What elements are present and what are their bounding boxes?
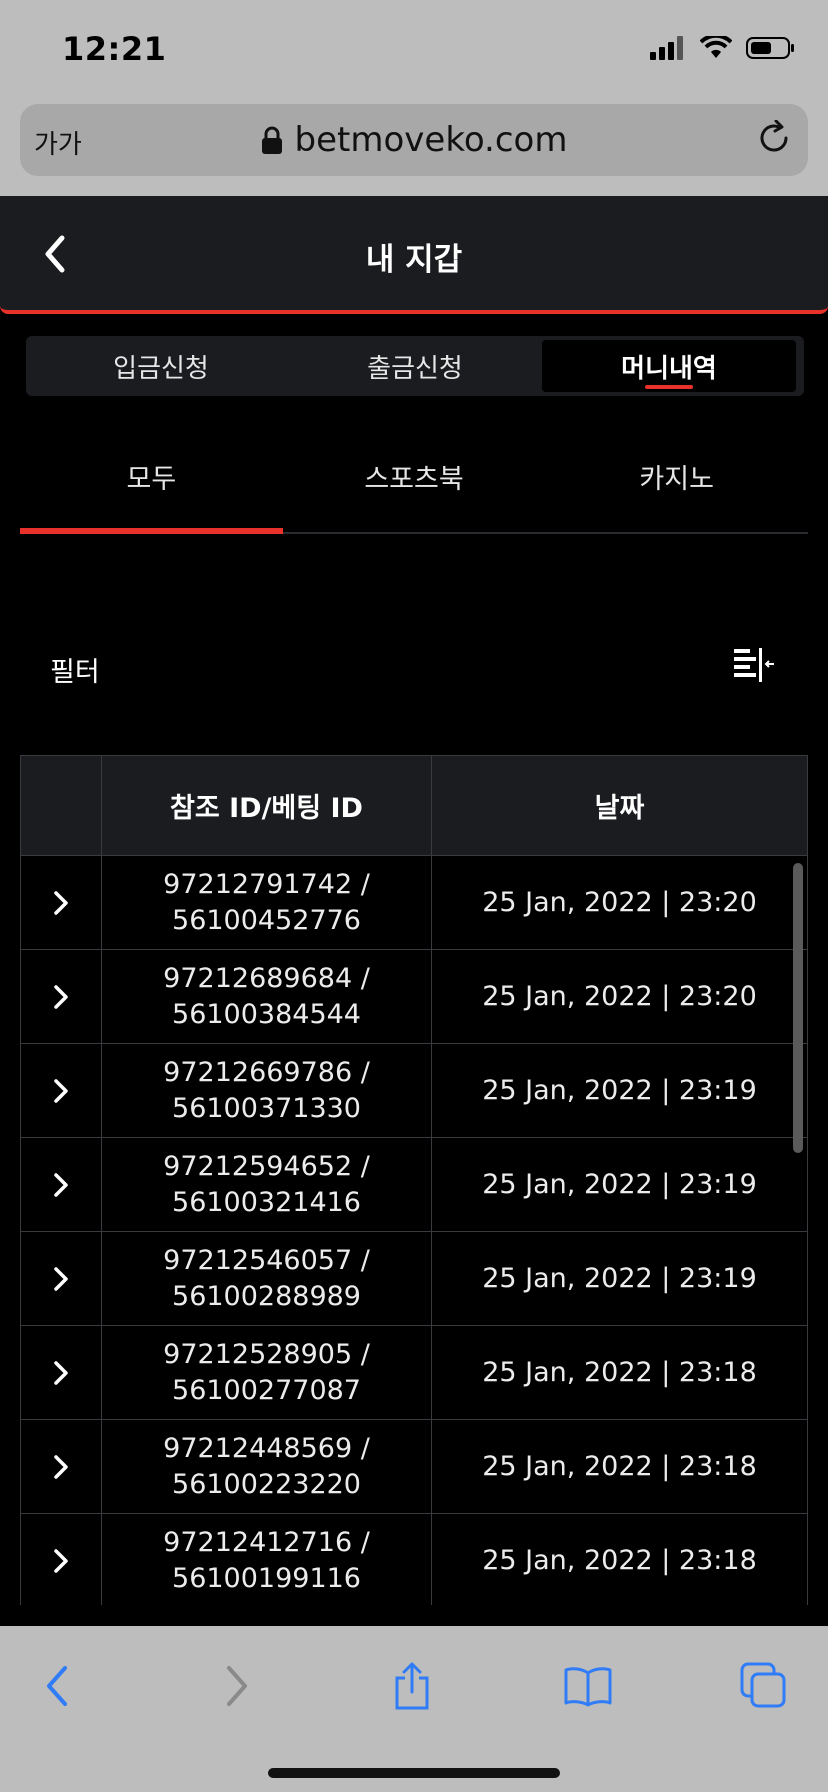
tab-sportsbook[interactable]: 스포츠북 [283,430,546,532]
page-title: 내 지갑 [365,242,463,278]
date-cell: 25 Jan, 2022 | 23:18 [482,1450,757,1482]
bet-id: 56100277087 [172,1374,361,1406]
table-row[interactable]: 97212448569 / 56100223220 25 Jan, 2022 | 2… [21,1420,807,1514]
expand-cell[interactable] [21,1326,102,1419]
header-ref-id: 참조 ID/베팅 ID [102,756,432,855]
date-cell: 25 Jan, 2022 | 23:19 [482,1262,757,1294]
ref-id-cell: 97212594652 / 56100321416 [102,1138,432,1231]
tab-deposit-request[interactable]: 입금신청 [34,340,288,392]
wallet-tabs: 입금신청 출금신청 머니내역 [26,336,804,396]
ref-id-cell: 97212528905 / 56100277087 [102,1326,432,1419]
header-expand [21,756,102,855]
home-indicator [268,1768,560,1778]
bookmarks-icon [564,1667,612,1707]
ref-id: 97212791742 / [163,868,370,900]
row-chevron-icon [54,1266,68,1291]
ref-id-cell: 97212689684 / 56100384544 [102,950,432,1043]
row-chevron-icon [54,1172,68,1197]
battery-icon [746,37,794,59]
ref-id: 97212448569 / [163,1432,370,1464]
url-bar[interactable]: 가가 betmoveko.com [20,104,808,176]
expand-cell[interactable] [21,1514,102,1605]
tab-all[interactable]: 모두 [20,430,283,534]
signal-icon [650,36,683,60]
row-chevron-icon [54,984,68,1009]
ref-id-cell: 97212791742 / 56100452776 [102,856,432,949]
date-cell: 25 Jan, 2022 | 23:18 [482,1356,757,1388]
header-date: 날짜 [594,793,645,824]
table-row[interactable]: 97212528905 / 56100277087 25 Jan, 2022 | 2… [21,1326,807,1420]
reload-icon[interactable] [756,120,792,156]
table-header: 참조 ID/베팅 ID 날짜 [21,755,807,856]
table-row[interactable]: 97212689684 / 56100384544 25 Jan, 2022 | 2… [21,950,807,1044]
date-cell: 25 Jan, 2022 | 23:19 [482,1074,757,1106]
status-bar: 12:21 [0,0,828,100]
browser-address-area: 가가 betmoveko.com [0,100,828,196]
tab-money-history[interactable]: 머니내역 [542,340,796,392]
tabs-button[interactable] [736,1662,792,1710]
filter-icon[interactable] [732,646,776,686]
table-row[interactable]: 97212669786 / 56100371330 25 Jan, 2022 | 2… [21,1044,807,1138]
filter-label: 필터 [50,657,100,688]
row-chevron-icon [54,890,68,915]
bookmarks-button[interactable] [560,1662,616,1710]
browser-forward-icon [227,1666,247,1706]
expand-cell[interactable] [21,1420,102,1513]
table-row[interactable]: 97212791742 / 56100452776 25 Jan, 2022 | 2… [21,856,807,950]
bet-id: 56100452776 [172,904,361,936]
bet-id: 56100223220 [172,1468,361,1500]
bet-id: 56100321416 [172,1186,361,1218]
url-display[interactable]: betmoveko.com [20,120,808,160]
row-chevron-icon [54,1078,68,1103]
ref-id-cell: 97212448569 / 56100223220 [102,1420,432,1513]
tabs-icon [740,1662,786,1708]
table-row[interactable]: 97212594652 / 56100321416 25 Jan, 2022 | 2… [21,1138,807,1232]
bet-id: 56100199116 [172,1562,361,1594]
url-text: betmoveko.com [294,120,568,160]
table-row[interactable]: 97212412716 / 56100199116 25 Jan, 2022 | 2… [21,1514,807,1605]
date-cell: 25 Jan, 2022 | 23:20 [482,886,757,918]
category-tabs: 모두 스포츠북 카지노 [20,430,808,534]
browser-forward-button[interactable] [208,1662,264,1710]
table-body: 97212791742 / 56100452776 25 Jan, 2022 | 2… [21,856,807,1605]
row-chevron-icon [54,1548,68,1573]
browser-back-icon [47,1666,67,1706]
lock-icon [261,126,282,154]
date-cell: 25 Jan, 2022 | 23:19 [482,1168,757,1200]
ref-id-cell: 97212412716 / 56100199116 [102,1514,432,1605]
ref-id-cell: 97212669786 / 56100371330 [102,1044,432,1137]
app-header: 내 지갑 [0,196,828,314]
expand-cell[interactable] [21,1232,102,1325]
share-icon [395,1662,429,1710]
expand-cell[interactable] [21,1044,102,1137]
ref-id: 97212669786 / [163,1056,370,1088]
table-row[interactable]: 97212546057 / 56100288989 25 Jan, 2022 | 2… [21,1232,807,1326]
status-time: 12:21 [62,30,167,68]
bet-id: 56100384544 [172,998,361,1030]
expand-cell[interactable] [21,1138,102,1231]
ref-id: 97212546057 / [163,1244,370,1276]
bet-id: 56100371330 [172,1092,361,1124]
status-icons [650,36,796,60]
ref-id: 97212528905 / [163,1338,370,1370]
date-cell: 25 Jan, 2022 | 23:20 [482,980,757,1012]
history-table: 참조 ID/베팅 ID 날짜 97212791742 / 56100452776 2… [20,755,808,1605]
row-chevron-icon [54,1360,68,1385]
browser-toolbar [0,1626,828,1792]
ref-id: 97212412716 / [163,1526,370,1558]
tab-casino[interactable]: 카지노 [545,430,808,532]
expand-cell[interactable] [21,856,102,949]
bet-id: 56100288989 [172,1280,361,1312]
tab-withdraw-request[interactable]: 출금신청 [288,340,542,392]
date-cell: 25 Jan, 2022 | 23:18 [482,1544,757,1576]
ref-id-cell: 97212546057 / 56100288989 [102,1232,432,1325]
row-chevron-icon [54,1454,68,1479]
ref-id: 97212689684 / [163,962,370,994]
expand-cell[interactable] [21,950,102,1043]
wifi-icon [700,36,732,58]
browser-back-button[interactable] [30,1662,86,1710]
table-scrollbar[interactable] [793,863,803,1153]
ref-id: 97212594652 / [163,1150,370,1182]
share-button[interactable] [384,1662,440,1710]
